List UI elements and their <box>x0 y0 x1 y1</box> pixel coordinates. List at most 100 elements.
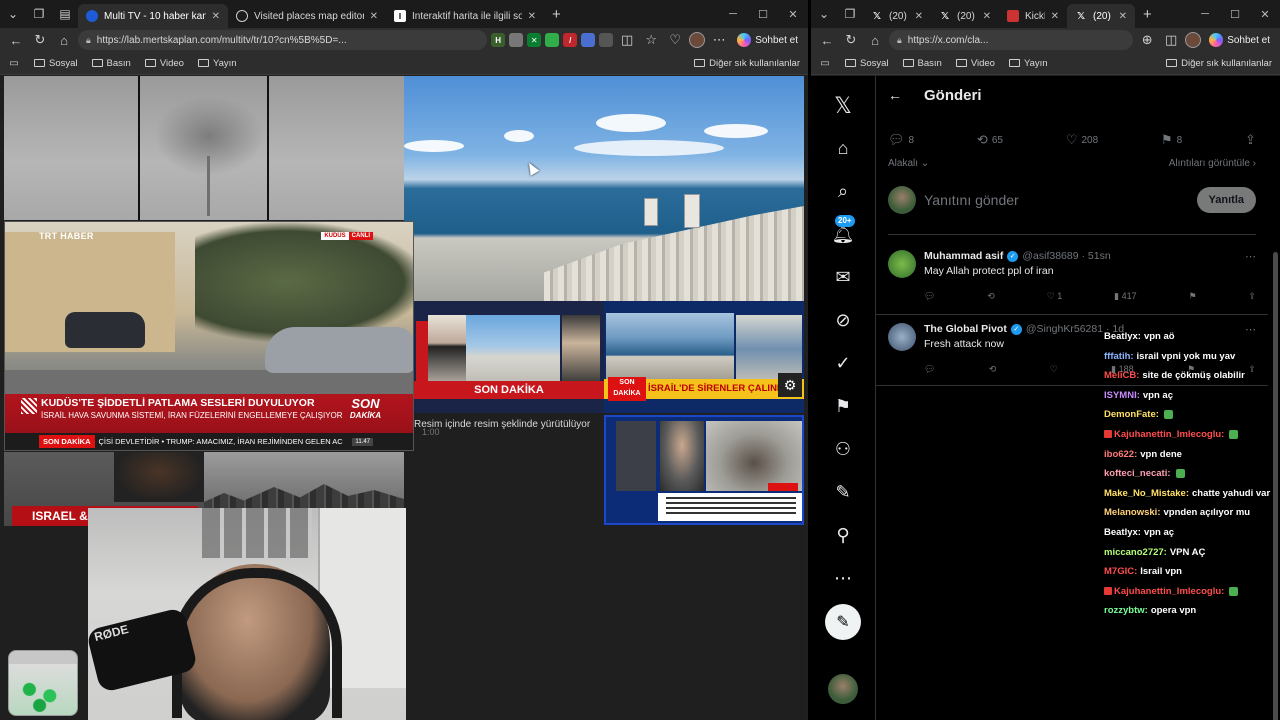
workspaces-icon[interactable]: ❐ <box>26 0 52 28</box>
extension-icon[interactable]: ✕ <box>527 33 542 47</box>
like-button[interactable]: ♡ <box>1050 364 1058 375</box>
video-son-dakika-panel[interactable]: SON DAKİKA <box>414 301 604 413</box>
close-tab-icon[interactable]: ✕ <box>915 11 923 22</box>
back-icon[interactable]: ← <box>6 33 26 48</box>
views-button[interactable]: ▮ 417 <box>1114 291 1136 302</box>
messages-nav-icon[interactable]: ✉ <box>823 256 863 299</box>
collections-icon[interactable]: ♡ <box>665 32 685 48</box>
repost-count-button[interactable]: ⟲ 65 <box>977 132 1003 148</box>
bookmark-folder-broadcast[interactable]: Yayın <box>197 58 237 69</box>
bookmark-folder-video[interactable]: Video <box>955 58 995 69</box>
home-nav-icon[interactable]: ⌂ <box>823 127 863 170</box>
split-screen-icon[interactable]: ◫ <box>617 32 637 48</box>
bookmark-folder-press[interactable]: Basın <box>91 58 131 69</box>
close-tab-icon[interactable]: ✕ <box>212 11 220 22</box>
compose-post-icon[interactable]: ✎ <box>825 604 861 640</box>
bookmark-folder-video[interactable]: Video <box>144 58 184 69</box>
new-tab-icon[interactable]: + <box>1135 6 1160 23</box>
url-field[interactable]: 🔒︎ https://x.com/cla... <box>889 30 1134 50</box>
back-icon[interactable]: ← <box>817 33 837 48</box>
gear-icon[interactable]: ⚙ <box>778 373 802 397</box>
reply-button[interactable]: Yanıtla <box>1196 187 1256 213</box>
author-name[interactable]: Muhammad asif <box>924 250 1003 262</box>
minimize-icon[interactable]: ─ <box>1190 8 1220 21</box>
refresh-icon[interactable]: ↻ <box>30 32 50 48</box>
minimize-icon[interactable]: ─ <box>718 8 748 21</box>
extension-icon[interactable] <box>599 33 614 47</box>
split-screen-icon[interactable]: ◫ <box>1161 32 1181 48</box>
verified-nav-icon[interactable]: ✓ <box>823 342 863 385</box>
favorites-icon[interactable]: ☆ <box>641 32 661 48</box>
share-icon[interactable]: ⇪ <box>1248 291 1256 302</box>
close-tab-icon[interactable]: ✕ <box>370 11 378 22</box>
profile-nav-icon[interactable]: ⚲ <box>823 514 863 557</box>
video-haber-turk[interactable]: İSRAİL'DE SİRENLER ÇALINIYOR SON DAKİKA … <box>604 301 804 413</box>
video-arabic-news[interactable] <box>604 415 804 525</box>
notifications-nav-icon[interactable]: 🔔︎ 20+ <box>823 213 863 256</box>
articles-nav-icon[interactable]: ✎ <box>823 471 863 514</box>
communities-nav-icon[interactable]: ⚇ <box>823 428 863 471</box>
other-bookmarks[interactable]: Diğer sık kullanılanlar <box>694 58 800 69</box>
avatar[interactable] <box>888 323 916 351</box>
copilot-button[interactable]: Sohbet et <box>1205 33 1274 47</box>
view-quotes-link[interactable]: Alıntıları görüntüle › <box>1169 158 1256 169</box>
video-trt-haber[interactable]: TRT HABER KUDÜS CANLI KUDÜS'TE ŞİDDETLİ … <box>4 221 414 451</box>
repost-icon[interactable]: ⟲ <box>989 364 997 375</box>
tab-x-home[interactable]: 𝕏 (20) Ana ✕ <box>863 4 931 28</box>
profile-avatar[interactable] <box>1185 32 1202 48</box>
search-nav-icon[interactable]: ⌕ <box>823 170 863 213</box>
close-window-icon[interactable]: ✕ <box>778 8 808 21</box>
repost-icon[interactable]: ⟲ <box>987 291 995 302</box>
close-tab-icon[interactable]: ✕ <box>1119 11 1127 22</box>
video-haifa-live[interactable] <box>404 76 804 301</box>
close-tab-icon[interactable]: ✕ <box>528 11 536 22</box>
grok-nav-icon[interactable]: ⊘ <box>823 299 863 342</box>
tab-interactive-map[interactable]: I Interaktif harita ile ilgili son İran … <box>386 4 544 28</box>
close-window-icon[interactable]: ✕ <box>1250 8 1280 21</box>
url-field[interactable]: 🔒︎ https://lab.mertskaplan.com/multitv/t… <box>78 30 488 50</box>
tab-x-post[interactable]: 𝕏 (20) X'te ✕ <box>1067 4 1135 28</box>
extension-icon[interactable] <box>545 33 560 47</box>
zoom-icon[interactable]: ⊕ <box>1137 32 1157 48</box>
extension-icon[interactable] <box>509 33 524 47</box>
tab-actions-icon[interactable]: ⌄ <box>0 0 26 28</box>
extension-icon[interactable]: / <box>563 33 578 47</box>
new-tab-icon[interactable]: + <box>544 6 569 23</box>
vertical-tabs-icon[interactable]: ▤ <box>52 0 78 28</box>
bookmarks-menu-icon[interactable]: ▭ <box>819 58 831 69</box>
reply-input[interactable]: Yanıtını gönder <box>924 192 1189 208</box>
account-avatar[interactable] <box>828 674 858 704</box>
reply-tweet[interactable]: Muhammad asif ✓ @asif38689 · 51sn May Al… <box>888 250 1256 302</box>
bookmark-folder-social[interactable]: Sosyal <box>34 58 78 69</box>
bookmarks-nav-icon[interactable]: ⚑ <box>823 385 863 428</box>
reply-icon[interactable]: 💬︎ <box>924 364 935 375</box>
profile-avatar[interactable] <box>689 32 706 48</box>
bookmark-folder-broadcast[interactable]: Yayın <box>1008 58 1048 69</box>
extension-icon[interactable]: H <box>491 33 506 47</box>
more-icon[interactable]: ⋯ <box>709 32 729 48</box>
bookmark-count-button[interactable]: ⚑ 8 <box>1161 132 1182 148</box>
more-options-icon[interactable]: ⋯ <box>1245 250 1256 263</box>
more-nav-icon[interactable]: ⋯ <box>823 557 863 600</box>
video-storm-feed[interactable] <box>4 76 404 220</box>
workspaces-icon[interactable]: ❐ <box>837 0 863 28</box>
close-tab-icon[interactable]: ✕ <box>1051 11 1059 22</box>
refresh-icon[interactable]: ↻ <box>841 32 861 48</box>
author-name[interactable]: The Global Pivot <box>924 323 1007 335</box>
bookmark-folder-press[interactable]: Basın <box>902 58 942 69</box>
tab-kickpeek[interactable]: KickPee ✕ <box>999 4 1067 28</box>
maximize-icon[interactable]: ☐ <box>1220 8 1250 21</box>
like-count-button[interactable]: ♡ 208 <box>1066 132 1098 148</box>
reply-count-button[interactable]: 💬︎ 8 <box>888 132 914 148</box>
bookmark-folder-social[interactable]: Sosyal <box>845 58 889 69</box>
close-tab-icon[interactable]: ✕ <box>983 11 991 22</box>
share-button[interactable]: ⇪ <box>1245 132 1256 148</box>
home-icon[interactable]: ⌂ <box>865 33 885 48</box>
avatar[interactable] <box>888 250 916 278</box>
extension-icon[interactable] <box>581 33 596 47</box>
tab-x-profile[interactable]: 𝕏 (20) X P ✕ <box>931 4 999 28</box>
x-logo-icon[interactable]: 𝕏 <box>823 84 863 127</box>
bookmarks-menu-icon[interactable]: ▭ <box>8 58 20 69</box>
tab-multitv[interactable]: Multi TV - 10 haber kanalını a ✕ <box>78 4 228 28</box>
home-icon[interactable]: ⌂ <box>54 33 74 48</box>
